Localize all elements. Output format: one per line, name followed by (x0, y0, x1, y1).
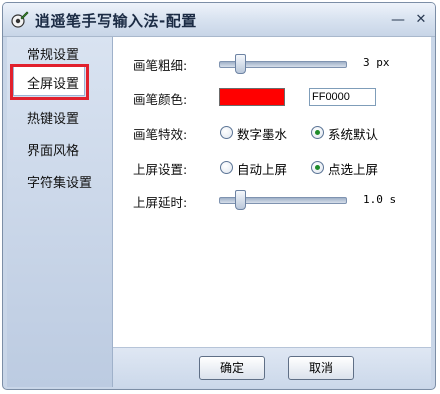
radio-digital-ink-label[interactable]: 数字墨水 (237, 124, 287, 143)
radio-click-commit-label[interactable]: 点选上屏 (328, 159, 378, 178)
pen-color-hex-input[interactable]: FF0000 (309, 88, 376, 106)
commit-setting-label: 上屏设置: (133, 162, 188, 177)
radio-auto-commit-label[interactable]: 自动上屏 (237, 159, 287, 178)
commit-delay-slider[interactable] (219, 190, 347, 210)
sidebar-item-label: 热键设置 (27, 112, 80, 127)
commit-delay-value: 1.0 s (363, 193, 397, 206)
sidebar-item-theme[interactable]: 界面风格 (27, 140, 79, 159)
radio-system-default[interactable] (311, 126, 324, 139)
radio-click-commit[interactable] (311, 161, 324, 174)
radio-digital-ink[interactable] (220, 126, 233, 139)
stroke-width-value: 3 px (363, 56, 390, 69)
stroke-width-label: 画笔粗细: (133, 58, 188, 73)
highlight-annotation-box (10, 64, 89, 100)
pen-app-icon (11, 11, 29, 28)
slider-thumb[interactable] (235, 54, 246, 74)
commit-delay-label: 上屏延时: (133, 195, 188, 210)
sidebar-item-hotkeys[interactable]: 热键设置 (27, 108, 79, 127)
radio-system-default-label[interactable]: 系统默认 (328, 124, 378, 143)
pen-color-swatch[interactable] (219, 88, 285, 106)
config-window: 逍遥笔手写输入法-配置 — ✕ 常规设置 全屏设置 热键设置 界面风格 字符集设… (2, 2, 436, 390)
pen-effect-label: 画笔特效: (133, 127, 188, 142)
radio-auto-commit[interactable] (220, 161, 233, 174)
stroke-width-slider[interactable] (219, 54, 347, 74)
cancel-button[interactable]: 取消 (288, 356, 354, 380)
sidebar-item-charset[interactable]: 字符集设置 (27, 172, 92, 191)
pen-color-label: 画笔颜色: (133, 92, 188, 107)
minimize-button[interactable]: — (389, 11, 407, 29)
sidebar-item-general[interactable]: 常规设置 (27, 44, 79, 63)
sidebar-item-label: 常规设置 (27, 48, 80, 63)
slider-thumb[interactable] (235, 190, 246, 210)
dialog-footer: 确定 取消 (113, 347, 431, 388)
close-button[interactable]: ✕ (412, 11, 430, 29)
window-title: 逍遥笔手写输入法-配置 (35, 12, 197, 30)
ok-button[interactable]: 确定 (199, 356, 265, 380)
title-bar[interactable]: 逍遥笔手写输入法-配置 — ✕ (3, 3, 435, 37)
sidebar-item-label: 界面风格 (27, 144, 80, 159)
settings-panel: 画笔粗细: 3 px 画笔颜色: FF0000 画笔特效: 数字墨水 系统默认 … (113, 37, 431, 347)
sidebar-item-label: 字符集设置 (27, 176, 93, 191)
